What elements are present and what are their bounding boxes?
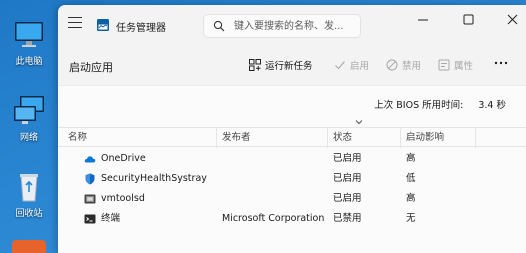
terminal-icon <box>84 213 96 225</box>
desktop-icon-label: 回收站 <box>15 209 43 219</box>
task-manager-window: 任务管理器 启动应用 <box>58 5 526 253</box>
checkmark-icon <box>335 61 345 70</box>
search-icon <box>213 20 225 32</box>
bios-time-label: 上次 BIOS 所用时间: <box>374 100 464 111</box>
row-publisher <box>217 189 222 209</box>
close-button[interactable] <box>500 11 524 29</box>
onedrive-icon <box>84 153 96 165</box>
column-header-impact[interactable]: 启动影响 <box>401 128 476 148</box>
startup-apps-panel: 上次 BIOS 所用时间: 3.4 秒 名称 发布者 状态 启动影响 OneDr… <box>58 85 526 253</box>
desktop-icon-network[interactable]: 网络 <box>6 94 52 143</box>
row-publisher <box>217 169 222 189</box>
enable-label: 启用 <box>350 61 370 72</box>
table-row[interactable]: vmtoolsd 已启用 高 <box>58 189 526 209</box>
row-name: SecurityHealthSystray <box>101 173 207 184</box>
more-options-button[interactable] <box>494 57 508 69</box>
search-input[interactable] <box>234 19 356 33</box>
row-name: vmtoolsd <box>101 193 145 204</box>
row-status: 已禁用 <box>333 213 362 224</box>
vmware-icon <box>84 193 96 205</box>
run-new-task-label: 运行新任务 <box>265 61 313 72</box>
search-box[interactable] <box>203 14 361 38</box>
maximize-button[interactable] <box>456 11 480 29</box>
table-row[interactable]: SecurityHealthSystray 已启用 低 <box>58 169 526 189</box>
minimize-icon <box>418 19 428 21</box>
minimize-button[interactable] <box>411 11 435 29</box>
desktop-icon-label: 此电脑 <box>15 57 43 67</box>
table-row[interactable]: 终端 Microsoft Corporation 已禁用 无 <box>58 209 526 229</box>
desktop-icon-partial[interactable] <box>12 240 46 253</box>
column-header-publisher[interactable]: 发布者 <box>217 128 328 148</box>
shield-icon <box>84 173 96 185</box>
row-name: 终端 <box>101 213 121 224</box>
monitor-icon <box>12 18 46 52</box>
page-title: 启动应用 <box>69 61 113 74</box>
row-impact: 高 <box>406 153 416 164</box>
run-new-task-icon <box>249 59 261 71</box>
properties-icon <box>438 59 450 71</box>
table-row[interactable]: OneDrive 已启用 高 <box>58 149 526 169</box>
window-title: 任务管理器 <box>116 23 166 34</box>
run-new-task-button[interactable]: 运行新任务 <box>249 58 313 72</box>
row-impact: 低 <box>406 173 416 184</box>
enable-button[interactable]: 启用 <box>334 58 369 72</box>
block-icon <box>386 59 398 71</box>
row-impact: 高 <box>406 193 416 204</box>
sort-descending-icon <box>355 120 363 125</box>
maximize-icon <box>463 14 474 25</box>
bios-time-info: 上次 BIOS 所用时间: 3.4 秒 <box>374 97 506 111</box>
more-icon <box>494 61 508 65</box>
row-publisher: Microsoft Corporation <box>222 213 325 224</box>
row-status: 已启用 <box>333 153 362 164</box>
row-status: 已启用 <box>333 173 362 184</box>
title-bar: 任务管理器 <box>58 5 526 45</box>
disable-button[interactable]: 禁用 <box>386 58 421 72</box>
properties-button[interactable]: 属性 <box>438 58 473 72</box>
command-bar: 启动应用 运行新任务 启用 禁用 属性 <box>58 45 526 85</box>
desktop-icon-label: 网络 <box>19 133 38 143</box>
row-publisher <box>217 149 222 169</box>
task-manager-app-icon <box>97 19 109 31</box>
row-status: 已启用 <box>333 193 362 204</box>
row-impact: 无 <box>406 213 416 224</box>
desktop-icon-recycle-bin[interactable]: 回收站 <box>6 170 52 219</box>
column-header-status[interactable]: 状态 <box>328 128 401 148</box>
properties-label: 属性 <box>454 61 474 72</box>
recycle-bin-icon <box>12 170 46 204</box>
desktop-icon-this-pc[interactable]: 此电脑 <box>6 18 52 67</box>
network-icon <box>12 94 46 128</box>
bios-time-value: 3.4 秒 <box>478 100 506 111</box>
close-icon <box>507 14 518 25</box>
table-header: 名称 发布者 状态 启动影响 <box>58 127 526 148</box>
row-name: OneDrive <box>101 153 146 164</box>
column-header-name[interactable]: 名称 <box>63 128 217 148</box>
hamburger-menu-icon[interactable] <box>68 17 82 29</box>
disable-label: 禁用 <box>402 61 422 72</box>
